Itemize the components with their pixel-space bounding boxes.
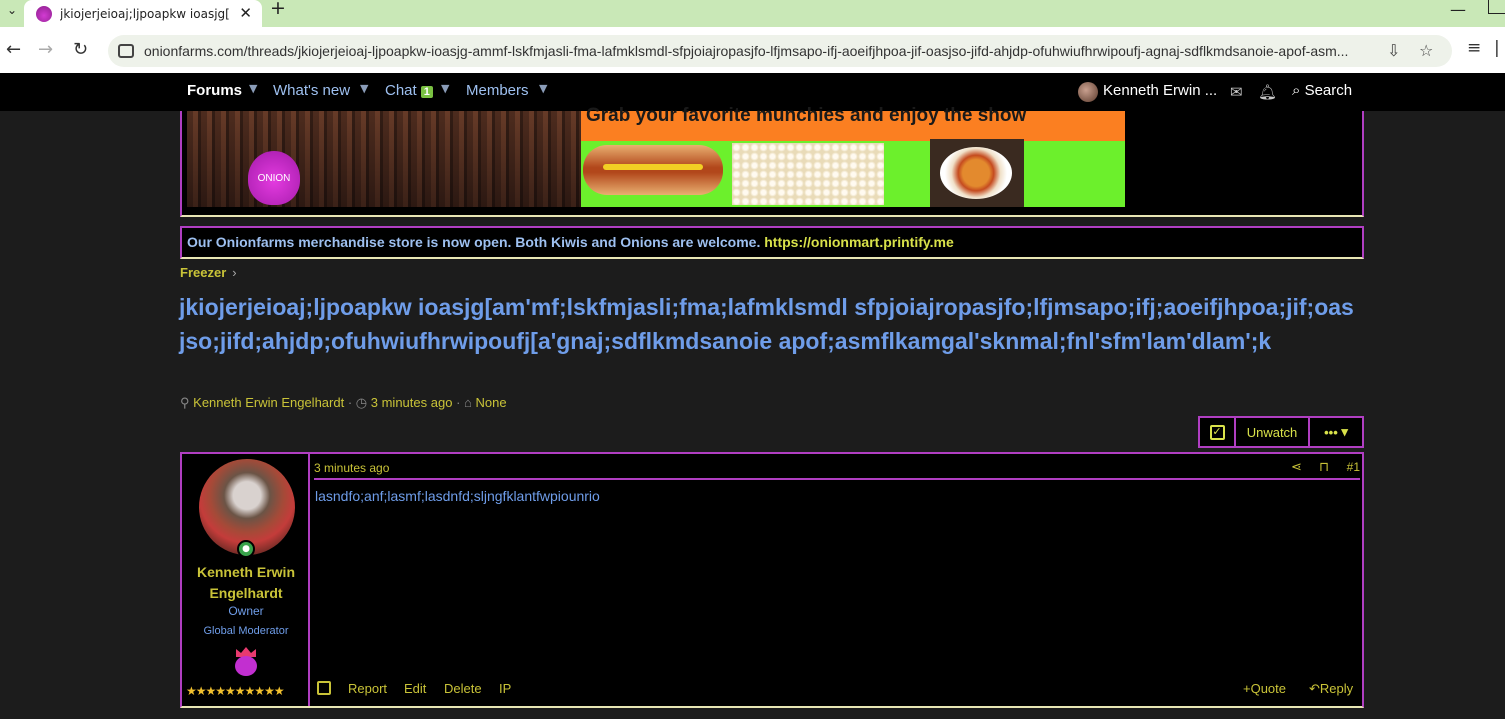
back-arrow-icon[interactable]: ← xyxy=(6,39,21,60)
post-user-name[interactable]: Kenneth Erwin Engelhardt xyxy=(182,562,310,604)
browser-tab-strip: ⌄ jkiojerjeioaj;ljpoapkw ioasjg[am' ✕ + … xyxy=(0,0,1505,27)
breadcrumb-freezer[interactable]: Freezer xyxy=(180,265,226,280)
user-name-line1[interactable]: Kenneth Erwin xyxy=(197,564,295,580)
breadcrumb: Freezer › xyxy=(180,265,237,280)
browser-toolbar: ← → ↻ onionfarms.com/threads/jkiojerjeio… xyxy=(0,27,1505,73)
reading-list-icon[interactable]: ≡ xyxy=(1467,38,1481,58)
user-icon: ⚲ xyxy=(180,395,190,410)
breadcrumb-separator: › xyxy=(232,265,237,280)
chat-count-badge: 1 xyxy=(420,86,433,98)
report-link[interactable]: Report xyxy=(348,681,387,696)
post-time[interactable]: 3 minutes ago xyxy=(314,461,389,475)
munchies-panel: Grab your favorite munchies and enjoy th… xyxy=(581,105,1125,207)
maximize-window-icon[interactable] xyxy=(1488,0,1505,14)
install-app-icon[interactable]: ⇩ xyxy=(1387,41,1400,60)
reply-label[interactable]: Reply xyxy=(1320,681,1353,696)
minimize-window-icon[interactable]: — xyxy=(1450,0,1466,19)
thread-author[interactable]: Kenneth Erwin Engelhardt xyxy=(193,395,344,410)
more-dots-icon[interactable]: ••• xyxy=(1324,425,1338,440)
user-title: Owner xyxy=(228,604,264,618)
share-icon[interactable]: ⋖ xyxy=(1291,460,1302,475)
chevron-down-icon[interactable]: ▼ xyxy=(249,82,257,95)
notice-text: Our Onionfarms merchandise store is now … xyxy=(187,234,761,250)
store-link[interactable]: https://onionmart.printify.me xyxy=(764,234,954,250)
post-body: lasndfo;anf;lasmf;lasdnfd;sljngfklantfwp… xyxy=(315,488,600,504)
store-notice: Our Onionfarms merchandise store is now … xyxy=(180,226,1364,259)
reply-button[interactable]: ↶Reply xyxy=(1309,681,1353,697)
unwatch-button[interactable]: Unwatch xyxy=(1236,416,1310,448)
checkbox-icon[interactable]: ✓ xyxy=(1209,424,1225,440)
thread-title: jkiojerjeioaj;ljpoapkw ioasjg[am'mf;lskf… xyxy=(179,294,1354,354)
onion-favicon-icon xyxy=(36,5,52,22)
pizza-image xyxy=(930,139,1024,207)
thread-meta: ⚲ Kenneth Erwin Engelhardt · ◷ 3 minutes… xyxy=(180,395,507,410)
profile-icon[interactable]: | xyxy=(1494,38,1500,58)
bell-icon[interactable]: 🔔︎ xyxy=(1258,83,1277,101)
close-tab-icon[interactable]: ✕ xyxy=(239,4,252,22)
reload-icon[interactable]: ↻ xyxy=(73,39,88,60)
select-thread-button[interactable]: ✓ xyxy=(1198,416,1236,448)
post-user-panel: ● Kenneth Erwin Engelhardt Owner Global M… xyxy=(182,454,310,706)
post-number[interactable]: #1 xyxy=(1347,460,1360,474)
thread-time[interactable]: 3 minutes ago xyxy=(371,395,453,410)
nav-user-name[interactable]: Kenneth Erwin ... xyxy=(1103,82,1217,99)
thread-actions: ✓ Unwatch ••• ▾ xyxy=(1198,416,1364,448)
bookmark-star-icon[interactable]: ☆ xyxy=(1419,41,1433,60)
ip-link[interactable]: IP xyxy=(499,681,511,696)
hotdog-image xyxy=(583,145,723,195)
user-name-line2[interactable]: Engelhardt xyxy=(209,585,282,601)
banner-title-strip: Grab your favorite munchies and enjoy th… xyxy=(581,105,1125,141)
onion-logo: ONION xyxy=(248,151,300,205)
user-banner: Global Moderator xyxy=(203,625,289,637)
search-button[interactable]: ⌕ Search xyxy=(1292,82,1352,99)
quote-button[interactable]: +Quote xyxy=(1243,681,1286,696)
popcorn-image xyxy=(732,143,884,205)
nav-members[interactable]: Members xyxy=(466,82,529,99)
banner-title: Grab your favorite munchies and enjoy th… xyxy=(586,105,1027,126)
tab-title: jkiojerjeioaj;ljpoapkw ioasjg[am' xyxy=(60,6,230,21)
thread-tags: None xyxy=(475,395,507,410)
mail-icon[interactable]: ✉ xyxy=(1230,83,1243,101)
user-avatar[interactable] xyxy=(1078,82,1098,102)
chevron-down-icon[interactable]: ▼ xyxy=(441,82,449,95)
new-tab-button[interactable]: + xyxy=(270,0,286,20)
chevron-down-icon[interactable]: ▼ xyxy=(539,82,547,95)
quote-label[interactable]: Quote xyxy=(1251,681,1286,696)
chevron-down-icon[interactable]: ▼ xyxy=(360,82,368,95)
audience-image xyxy=(187,111,581,207)
nav-chat[interactable]: Chat 1 xyxy=(385,82,433,99)
nav-chat-label[interactable]: Chat xyxy=(385,82,417,99)
crown-onion-icon xyxy=(233,647,259,677)
nav-whats-new[interactable]: What's new xyxy=(273,82,350,99)
site-info-icon[interactable] xyxy=(118,44,134,58)
tab-search-chevron-icon[interactable]: ⌄ xyxy=(0,0,24,20)
tags-icon: ⌂ xyxy=(464,395,472,410)
online-status-icon: ● xyxy=(237,540,255,558)
post-header: 3 minutes ago ⋖ ⊓ #1 xyxy=(314,460,1360,480)
address-bar[interactable]: onionfarms.com/threads/jkiojerjeioaj-ljp… xyxy=(108,35,1452,67)
promo-banner[interactable]: ONION Grab your favorite munchies and en… xyxy=(180,105,1364,217)
nav-forums[interactable]: Forums xyxy=(187,82,242,99)
select-post-checkbox[interactable] xyxy=(317,681,331,695)
rating-stars: ★★★★★★★★★★ xyxy=(186,684,285,698)
url-text[interactable]: onionfarms.com/threads/jkiojerjeioaj-ljp… xyxy=(144,43,1380,59)
more-options-button[interactable]: ••• ▾ xyxy=(1310,416,1364,448)
clock-icon: ◷ xyxy=(355,395,368,410)
forward-arrow-icon[interactable]: → xyxy=(38,39,53,60)
post: ● Kenneth Erwin Engelhardt Owner Global M… xyxy=(180,452,1364,708)
browser-tab[interactable]: jkiojerjeioaj;ljpoapkw ioasjg[am' ✕ xyxy=(24,0,262,27)
bookmark-icon[interactable]: ⊓ xyxy=(1319,460,1329,475)
edit-link[interactable]: Edit xyxy=(404,681,426,696)
delete-link[interactable]: Delete xyxy=(444,681,482,696)
search-label[interactable]: Search xyxy=(1305,82,1353,99)
